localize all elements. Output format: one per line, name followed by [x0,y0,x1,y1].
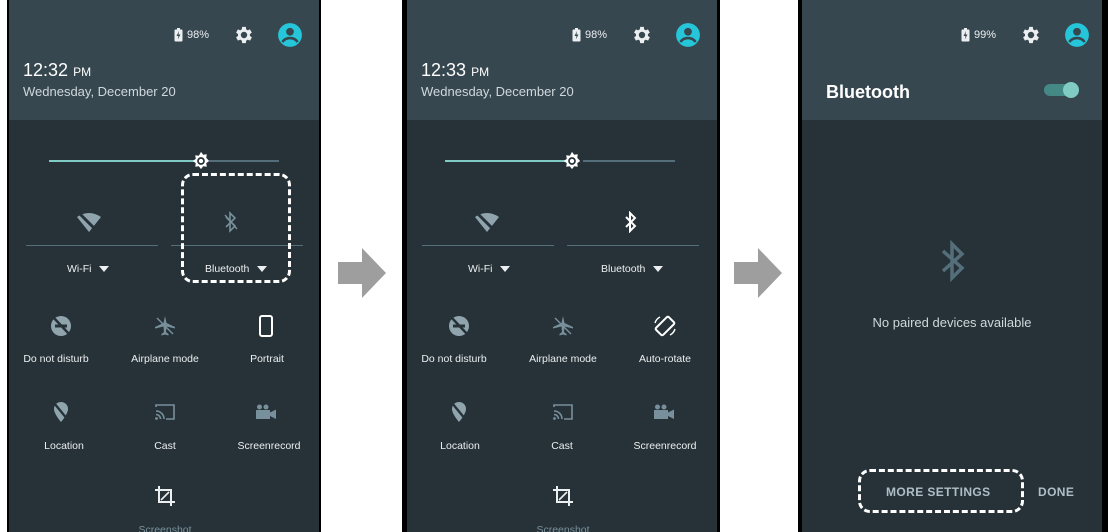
location-label: Location [440,440,480,452]
wifi-label: Wi-Fi [468,263,493,275]
battery-percent: 99% [973,29,996,41]
wifi-tile[interactable]: Wi-Fi [468,263,511,275]
brightness-slider-track [209,160,279,162]
bluetooth-icon[interactable] [617,208,645,236]
battery-indicator: 99% [961,28,996,42]
dialog-title: Bluetooth [826,82,910,102]
chevron-down-icon [99,266,110,272]
battery-indicator: 98% [572,28,607,42]
brightness-icon[interactable] [191,151,211,171]
gear-icon[interactable] [631,24,653,46]
status-bar: 98% [174,22,303,48]
arrow-right-icon [734,248,782,298]
date-label: Wednesday, December 20 [23,84,176,99]
done-button[interactable]: DONE [1038,485,1074,499]
cast-label: Cast [551,440,573,452]
cast-icon[interactable] [549,398,577,426]
divider-line [422,245,554,246]
battery-icon [961,28,970,42]
clock: 12:32 PM [23,60,91,81]
chevron-down-icon [653,266,664,272]
date-label: Wednesday, December 20 [421,84,574,99]
notification-header: 98% 12:33 PM Wednesday, December 20 [407,0,717,120]
screenshot-icon[interactable] [549,482,577,510]
clock: 12:33 PM [421,60,489,81]
airplane-label: Airplane mode [529,353,597,365]
dnd-label: Do not disturb [421,353,487,365]
cast-label: Cast [154,440,176,452]
clock-time: 12:33 [421,60,467,80]
airplane-label: Airplane mode [131,353,199,365]
status-bar: 99% [961,22,1090,48]
gear-icon[interactable] [233,24,255,46]
battery-indicator: 98% [174,28,209,42]
highlight-box [181,173,291,283]
rotate-label: Portrait [250,353,284,365]
screenrecord-label: Screenrecord [237,440,301,452]
notification-header: 98% 12:32 PM Wednesday, December 20 [9,0,319,120]
screenshot-label: Screenshot [536,524,590,532]
wifi-off-icon[interactable] [75,208,103,236]
divider-line [567,245,699,246]
screenrecord-label: Screenrecord [633,440,697,452]
battery-percent: 98% [186,29,209,41]
brightness-icon[interactable] [562,151,582,171]
dnd-icon[interactable] [445,312,473,340]
auto-rotate-icon[interactable] [651,312,679,340]
gear-icon[interactable] [1020,24,1042,46]
screenrecord-icon[interactable] [252,398,280,426]
brightness-slider-fill [445,160,567,162]
screenrecord-icon[interactable] [650,398,678,426]
status-bar: 98% [572,22,701,48]
airplane-icon[interactable] [549,312,577,340]
bluetooth-dialog-panel: 99% Bluetooth No paired devices availabl… [802,0,1102,532]
highlight-box [858,469,1024,513]
bluetooth-icon [941,240,965,282]
clock-ampm: PM [73,65,92,79]
notification-header: 99% Bluetooth [802,0,1102,120]
divider-line [26,245,158,246]
rotate-label: Auto-rotate [639,353,691,365]
clock-ampm: PM [471,65,490,79]
wifi-label: Wi-Fi [67,263,92,275]
bluetooth-label: Bluetooth [601,263,646,275]
screenshot-label: Screenshot [138,524,192,532]
location-label: Location [44,440,84,452]
brightness-slider-fill [49,160,199,162]
account-icon[interactable] [675,22,701,48]
airplane-icon[interactable] [151,312,179,340]
account-icon[interactable] [1064,22,1090,48]
wifi-off-icon[interactable] [473,208,501,236]
wifi-tile[interactable]: Wi-Fi [67,263,110,275]
battery-icon [174,28,183,42]
dnd-label: Do not disturb [23,353,89,365]
cast-icon[interactable] [151,398,179,426]
battery-icon [572,28,581,42]
portrait-icon[interactable] [252,312,280,340]
chevron-down-icon [500,266,511,272]
bluetooth-tile[interactable]: Bluetooth [601,263,664,275]
battery-percent: 98% [584,29,607,41]
quick-settings-panel-2: 98% 12:33 PM Wednesday, December 20 Wi-F… [407,0,717,532]
empty-state-text: No paired devices available [872,315,1032,330]
brightness-slider-track [583,160,675,162]
bluetooth-toggle[interactable] [1044,82,1080,98]
dnd-icon[interactable] [47,312,75,340]
clock-time: 12:32 [23,60,69,80]
account-icon[interactable] [277,22,303,48]
quick-settings-panel-1: 98% 12:32 PM Wednesday, December 20 Wi-F… [9,0,319,532]
screenshot-icon[interactable] [151,482,179,510]
location-off-icon[interactable] [47,398,75,426]
location-off-icon[interactable] [445,398,473,426]
arrow-right-icon [338,248,386,298]
